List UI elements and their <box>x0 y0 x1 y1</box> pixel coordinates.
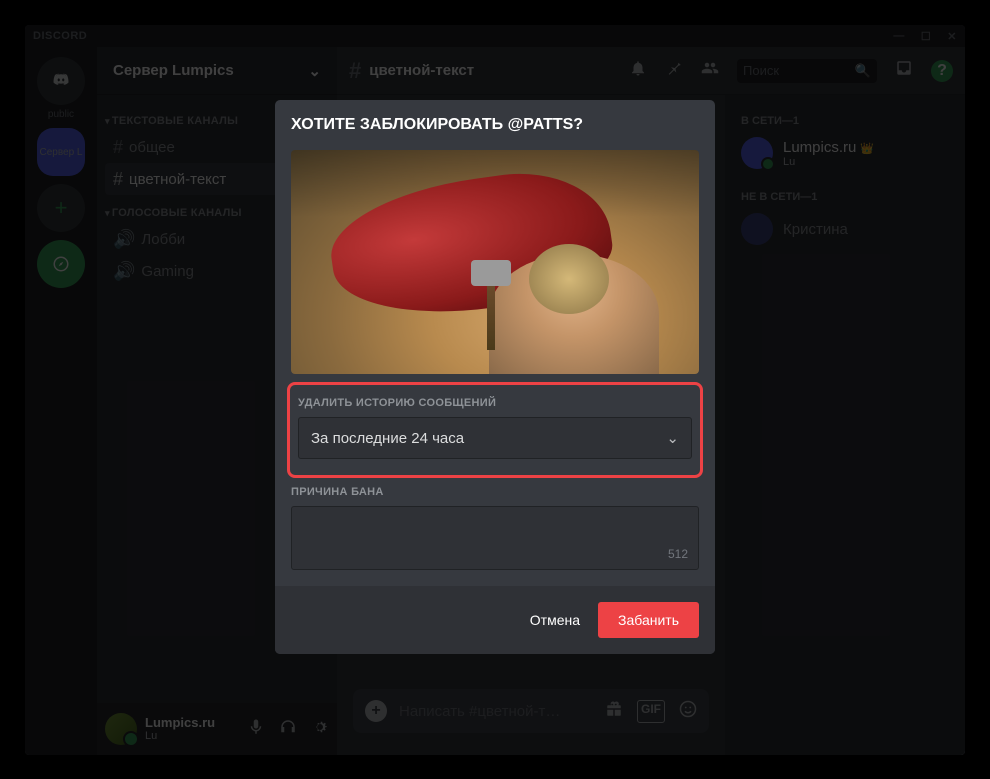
select-value: За последние 24 часа <box>311 430 464 447</box>
chevron-down-icon: ⌄ <box>666 429 679 447</box>
app-frame: DISCORD — ☐ ✕ public Сервер L + Сервер L… <box>25 25 965 755</box>
highlight-annotation: УДАЛИТЬ ИСТОРИЮ СООБЩЕНИЙ За последние 2… <box>287 382 703 478</box>
char-count: 512 <box>668 547 688 561</box>
modal-overlay[interactable]: ХОТИТЕ ЗАБЛОКИРОВАТЬ @PATTS? УДАЛИТЬ ИСТ… <box>25 25 965 755</box>
ban-modal: ХОТИТЕ ЗАБЛОКИРОВАТЬ @PATTS? УДАЛИТЬ ИСТ… <box>275 100 715 654</box>
reason-label: ПРИЧИНА БАНА <box>291 486 699 498</box>
delete-history-label: УДАЛИТЬ ИСТОРИЮ СООБЩЕНИЙ <box>298 397 692 409</box>
ban-button[interactable]: Забанить <box>598 602 699 638</box>
ban-animation <box>291 150 699 374</box>
modal-title: ХОТИТЕ ЗАБЛОКИРОВАТЬ @PATTS? <box>291 116 699 134</box>
reason-textarea[interactable]: 512 <box>291 506 699 570</box>
cancel-button[interactable]: Отмена <box>530 612 580 628</box>
delete-history-select[interactable]: За последние 24 часа ⌄ <box>298 417 692 459</box>
